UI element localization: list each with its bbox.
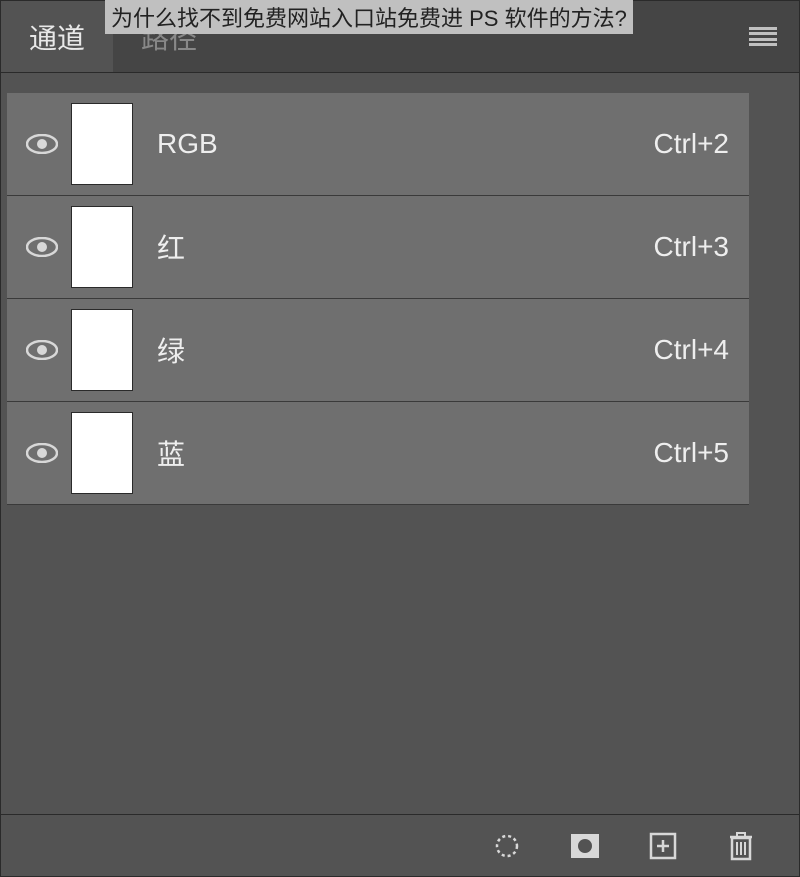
channel-thumbnail [71, 206, 133, 288]
visibility-toggle[interactable] [17, 134, 67, 154]
overlay-banner: 为什么找不到免费网站入口站免费进 PS 软件的方法? [105, 0, 633, 34]
trash-icon [727, 830, 755, 862]
tab-channels[interactable]: 通道 [1, 1, 113, 72]
channel-name-label: 绿 [157, 330, 654, 370]
eye-icon [26, 340, 58, 360]
channel-name-label: 蓝 [157, 433, 654, 473]
delete-channel-button[interactable] [723, 828, 759, 864]
channel-shortcut-label: Ctrl+3 [654, 231, 729, 263]
panel-menu-button[interactable] [727, 1, 799, 72]
bottom-toolbar [1, 814, 799, 876]
channel-row-rgb[interactable]: RGB Ctrl+2 [7, 93, 749, 196]
eye-icon [26, 443, 58, 463]
channel-shortcut-label: Ctrl+4 [654, 334, 729, 366]
visibility-toggle[interactable] [17, 340, 67, 360]
channel-shortcut-label: Ctrl+2 [654, 128, 729, 160]
channel-row-red[interactable]: 红 Ctrl+3 [7, 196, 749, 299]
hamburger-icon [749, 27, 777, 47]
channel-thumbnail [71, 309, 133, 391]
channel-thumbnail [71, 103, 133, 185]
channel-shortcut-label: Ctrl+5 [654, 437, 729, 469]
mask-icon [569, 832, 601, 860]
channel-row-blue[interactable]: 蓝 Ctrl+5 [7, 402, 749, 505]
eye-icon [26, 134, 58, 154]
channel-list: RGB Ctrl+2 红 Ctrl+3 绿 Ctrl [1, 73, 799, 814]
new-channel-button[interactable] [645, 828, 681, 864]
new-icon [648, 831, 678, 861]
visibility-toggle[interactable] [17, 237, 67, 257]
eye-icon [26, 237, 58, 257]
load-selection-button[interactable] [489, 828, 525, 864]
dashed-circle-icon [493, 832, 521, 860]
channel-row-green[interactable]: 绿 Ctrl+4 [7, 299, 749, 402]
channel-thumbnail [71, 412, 133, 494]
channels-panel: 通道 路径 RGB Ctrl+2 [0, 0, 800, 877]
channel-name-label: 红 [157, 227, 654, 267]
visibility-toggle[interactable] [17, 443, 67, 463]
save-selection-button[interactable] [567, 828, 603, 864]
channel-name-label: RGB [157, 128, 654, 160]
